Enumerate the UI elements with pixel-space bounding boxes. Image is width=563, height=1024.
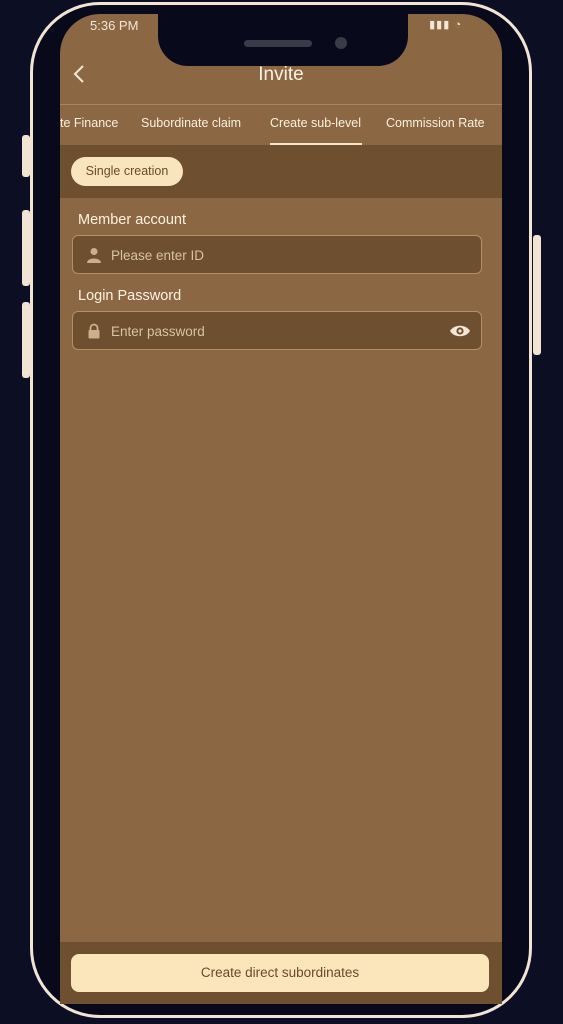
single-creation-pill[interactable]: Single creation xyxy=(71,157,183,186)
user-icon xyxy=(87,248,101,263)
tab-commission-rate[interactable]: Commission Rate xyxy=(386,116,485,130)
creation-mode-bar: Single creation xyxy=(60,145,502,198)
tab-create-sub-level[interactable]: Create sub-level xyxy=(270,116,361,130)
member-account-label: Member account xyxy=(78,212,186,228)
app-screen: 5:36 PM ▮▮▮ ◔ Invite te Finance Subordin… xyxy=(60,14,502,1004)
login-password-field[interactable] xyxy=(72,311,482,351)
page-title: Invite xyxy=(258,64,304,85)
phone-camera xyxy=(335,37,347,49)
bottom-action-bar: Create direct subordinates xyxy=(60,942,502,1004)
tab-bar: te Finance Subordinate claim Create sub-… xyxy=(60,104,502,146)
tab-finance[interactable]: te Finance xyxy=(60,116,118,130)
phone-side-button xyxy=(22,210,30,286)
eye-icon[interactable] xyxy=(449,321,471,341)
lock-icon xyxy=(88,323,100,339)
login-password-label: Login Password xyxy=(78,288,182,304)
phone-side-button xyxy=(22,135,30,177)
phone-speaker xyxy=(244,40,312,47)
tab-subordinate-claim[interactable]: Subordinate claim xyxy=(141,116,241,130)
phone-side-button xyxy=(22,302,30,378)
create-subordinates-button[interactable]: Create direct subordinates xyxy=(71,954,489,992)
member-id-input[interactable] xyxy=(109,236,433,275)
password-input[interactable] xyxy=(109,312,433,351)
status-icons: ▮▮▮ ◔ xyxy=(429,19,462,31)
member-account-field[interactable] xyxy=(72,235,482,275)
phone-side-button xyxy=(533,235,541,355)
status-time: 5:36 PM xyxy=(90,18,139,33)
